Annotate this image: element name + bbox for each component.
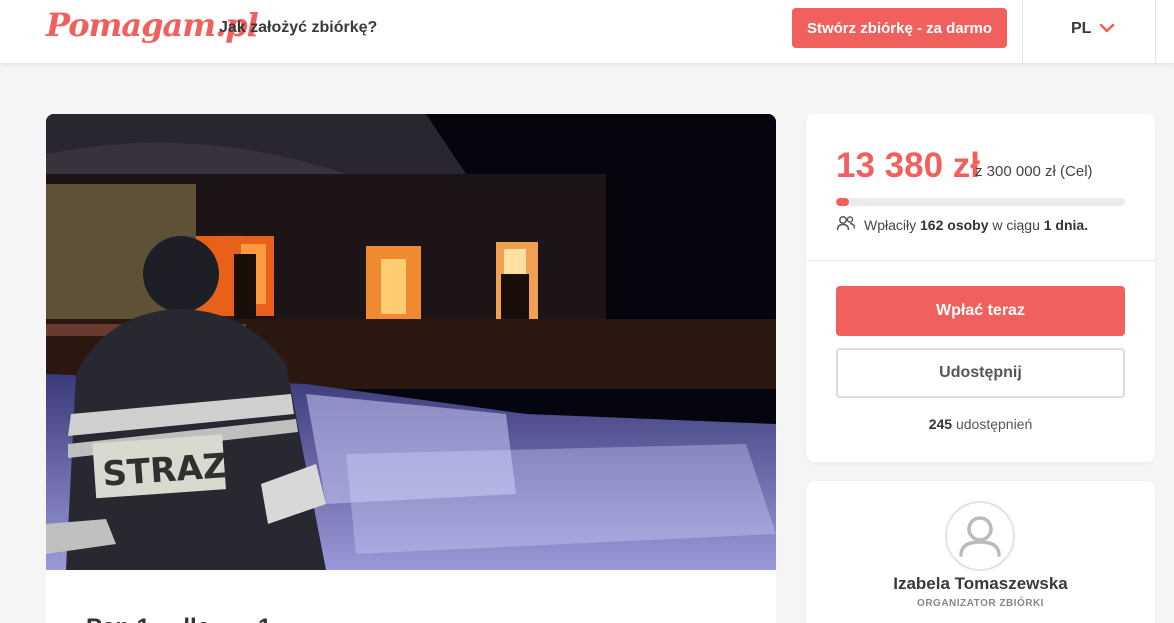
language-label: PL — [1071, 20, 1092, 37]
language-selector[interactable]: PL — [1022, 0, 1156, 64]
donors-text: Wpłaciły 162 osoby w ciągu 1 dnia. — [864, 216, 1089, 233]
people-icon — [836, 215, 856, 234]
donors-info: Wpłaciły 162 osoby w ciągu 1 dnia. — [836, 215, 1088, 234]
shares-count: 245 udostępnień — [928, 416, 1033, 432]
how-to-create-link[interactable]: Jak założyć zbiórkę? — [219, 19, 377, 37]
donation-card: 13 380 zł z 300 000 zł (Cel) Wpłaciły 16… — [806, 114, 1155, 462]
organizer-role: ORGANIZATOR ZBIÓRKI — [917, 598, 1044, 609]
goal-amount: z 300 000 zł (Cel) — [975, 163, 1093, 180]
organizer-name[interactable]: Izabela Tomaszewska — [806, 574, 1155, 594]
share-button[interactable]: Udostępnij — [836, 348, 1125, 398]
progress-bar-fill — [836, 198, 849, 206]
donate-now-button[interactable]: Wpłać teraz — [836, 286, 1125, 336]
raised-amount: 13 380 zł — [836, 146, 980, 185]
progress-bar — [836, 198, 1125, 206]
organizer-card: Izabela Tomaszewska ORGANIZATOR ZBIÓRKI — [806, 481, 1155, 623]
create-fundraiser-button[interactable]: Stwórz zbiórkę - za darmo — [792, 8, 1007, 48]
campaign-title: Pan 1.... lle ... - 1 ..... ....... . .. — [86, 614, 398, 623]
chevron-down-icon — [1098, 19, 1116, 42]
campaign-hero-image: STRAZ — [46, 114, 776, 570]
top-navbar: Pomagam.pl Jak założyć zbiórkę? Stwórz z… — [0, 0, 1174, 64]
campaign-content-card: Pan 1.... lle ... - 1 ..... ....... . .. — [46, 570, 776, 623]
card-divider — [806, 260, 1155, 261]
user-icon[interactable] — [945, 501, 1015, 571]
